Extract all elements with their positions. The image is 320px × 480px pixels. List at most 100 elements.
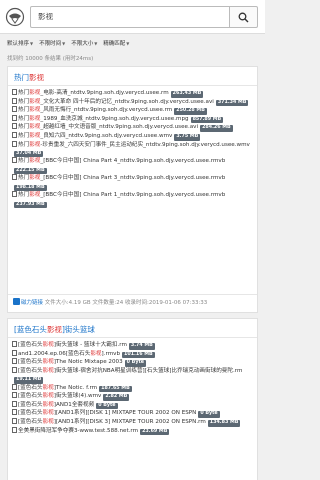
file-text: 热门 <box>18 192 30 199</box>
file-text: ]街头篮球(4).wmv <box>53 393 102 400</box>
size-badge: 371.34 MB <box>215 99 249 107</box>
result-card: [蓝色石头影视]街头篮球 [蓝色石头影视]街头篮球 - 篮球十大霸扣.rm 3.7… <box>7 318 258 480</box>
file-list: 热门影视_电影-高清_ntdtv.9ping.soh.djy.verycd.us… <box>8 86 257 210</box>
file-icon <box>12 341 17 347</box>
file-text: and1.2004.ep.06[蓝色石头 <box>18 350 91 357</box>
file-text: 热门 <box>18 158 30 165</box>
title-text: [蓝色石头 <box>14 325 47 334</box>
result-title[interactable]: 热门影视 <box>8 67 257 86</box>
file-highlight: 影视 <box>29 192 41 199</box>
size-badge: 3.74 MB <box>128 343 155 350</box>
size-badge: 198.18 MB <box>14 184 47 192</box>
search-input[interactable]: 影视 <box>30 6 230 28</box>
file-item: 热门影视_[BBC今日中国] China Part 1_ntdtv.9ping.… <box>12 191 253 209</box>
file-highlight: 影视 <box>29 175 41 182</box>
count-label: 文件数量: <box>92 300 117 306</box>
file-item: 热门影视_风雨无悔行_ntdtv.9ping.soh.djy.verycd.us… <box>12 106 253 115</box>
match-label: 精确匹配 <box>103 41 126 47</box>
size-badge: 3.75 MB <box>174 133 201 141</box>
size-label: 不限大小 <box>71 41 94 47</box>
sort-label: 默认排序 <box>7 41 30 47</box>
file-highlight: 影视 <box>42 410 54 417</box>
size-badge: 101.16 MB <box>122 351 155 359</box>
title-highlight: 影视 <box>46 325 62 334</box>
file-item: 热门影视-珍贵重发_六四天安门事件_民主运动纪实_ntdtv.9ping.soh… <box>12 140 253 158</box>
file-item: and1.2004.ep.06[蓝色石头影视].rmvb 101.16 MB <box>12 349 253 359</box>
file-highlight: 影视 <box>42 359 54 366</box>
file-item: [蓝色石头影视]AND1全套视频 0 Byte <box>12 400 253 410</box>
search-icon <box>238 12 249 23</box>
magnet-link[interactable]: 磁力链接 <box>21 300 43 306</box>
file-icon <box>12 131 17 138</box>
filesize-label: 文件大小: <box>44 300 69 306</box>
size-dropdown[interactable]: 不限大小▼ <box>71 39 97 49</box>
file-text: _电影-高清_ntdtv.9ping.soh.djy.verycd.usee.r… <box>40 90 169 96</box>
time-dropdown[interactable]: 不限时间▼ <box>39 39 65 49</box>
file-text: 热门 <box>18 98 30 105</box>
file-highlight: 影视 <box>29 98 41 105</box>
file-text: _文化大革命 四十年后的记忆_ntdtv.9ping.soh.djy.veryc… <box>40 98 214 105</box>
count-value: 24 <box>116 300 124 306</box>
file-item: 热门影视_良知六四_ntdtv.9ping.soh.djy.verycd.use… <box>12 131 253 141</box>
result-title[interactable]: [蓝色石头影视]街头篮球 <box>8 319 257 338</box>
file-highlight: 影视 <box>29 158 41 165</box>
size-badge: 222.15 MB <box>14 167 47 175</box>
file-text: ]AND1全套视频 <box>53 401 95 408</box>
size-badge: 187.65 MB <box>99 385 132 393</box>
filter-bar: 默认排序▼ 不限时间▼ 不限大小▼ 精确匹配▼ <box>7 39 129 49</box>
file-highlight: 影视 <box>29 124 41 131</box>
size-badge: 263.43 MB <box>170 91 204 98</box>
file-highlight: 影视 <box>29 132 41 139</box>
file-text: ][AND1系列][DISK 3] MIXTAPE TOUR 2002 ON E… <box>53 419 206 426</box>
size-badge: 250.28 MB <box>174 108 207 115</box>
file-icon <box>12 157 17 164</box>
chevron-down-icon: ▼ <box>126 41 130 46</box>
file-highlight: 影视 <box>29 115 41 122</box>
file-highlight: 影视 <box>90 350 102 357</box>
file-item: [蓝色石头影视]街头篮球(4).wmv 2.82 MB <box>12 392 253 401</box>
file-highlight: 影视 <box>42 419 54 426</box>
file-text: [蓝色石头 <box>18 410 43 417</box>
file-icon <box>12 349 17 356</box>
top-bar: 影视 <box>0 0 265 34</box>
file-text: ]街头篮球-宿舍对抗NBA明星训练营][石头篮球]比乔瑞克动画街球的曼陀.rm <box>53 367 243 374</box>
result-card: 热门影视 热门影视_电影-高清_ntdtv.9ping.soh.djy.very… <box>7 66 258 313</box>
file-icon <box>12 106 17 113</box>
file-text: 热门 <box>18 175 30 182</box>
file-text: ]The Notic Mixtape 2003 <box>53 359 123 366</box>
file-text: [蓝色石头 <box>18 384 43 391</box>
title-text: ]街头篮球 <box>61 325 95 334</box>
file-text: ]The Notic. f.rm <box>53 384 98 391</box>
file-highlight: 影视 <box>42 393 54 400</box>
file-text: 热门 <box>18 124 30 131</box>
file-text: 热门 <box>18 141 30 148</box>
size-badge: 0 Byte <box>96 402 118 410</box>
size-badge: 0 Byte <box>124 360 146 367</box>
file-item: 热门影视_[BBC今日中国] China Part 3_ntdtv.9ping.… <box>12 174 253 192</box>
file-icon <box>12 89 17 95</box>
file-text: -珍贵重发_六四天安门事件_民主运动纪实_ntdtv.9ping.soh.djy… <box>40 141 250 148</box>
chevron-down-icon: ▼ <box>30 41 34 46</box>
file-text: [蓝色石头 <box>18 393 43 400</box>
file-item: [蓝色石头影视]The Notic Mixtape 2003 0 Byte <box>12 358 253 367</box>
file-icon <box>12 409 17 416</box>
file-icon <box>12 140 17 147</box>
file-icon <box>12 191 17 198</box>
file-item: 全美黑街降冠军争夺赛3-www.test.588.net.rm 23.69 MB <box>12 426 253 436</box>
file-text: _[BBC今日中国] China Part 1_ntdtv.9ping.soh.… <box>40 192 226 199</box>
file-text: 热门 <box>18 132 30 139</box>
size-badge: 237.93 MB <box>14 201 47 209</box>
title-highlight: 影视 <box>29 73 44 82</box>
file-item: 热门影视_电影-高清_ntdtv.9ping.soh.djy.verycd.us… <box>12 89 253 98</box>
site-logo[interactable] <box>5 7 25 27</box>
search-button[interactable] <box>230 6 258 28</box>
file-text: [蓝色石头 <box>18 367 43 374</box>
result-footer: 磁力链接 文件大小:4.19 GB 文件数量:24 收录时间:2019-01-0… <box>8 294 257 312</box>
file-text: [蓝色石头 <box>18 401 43 408</box>
sort-dropdown[interactable]: 默认排序▼ <box>7 39 33 49</box>
file-icon <box>12 123 17 130</box>
file-item: [蓝色石头影视][AND1系列][DISK 3] MIXTAPE TOUR 20… <box>12 418 253 427</box>
size-badge: 19.11 MB <box>14 377 44 384</box>
match-dropdown[interactable]: 精确匹配▼ <box>103 39 129 49</box>
file-text: _良知六四_ntdtv.9ping.soh.djy.verycd.usee.wm… <box>40 132 173 139</box>
